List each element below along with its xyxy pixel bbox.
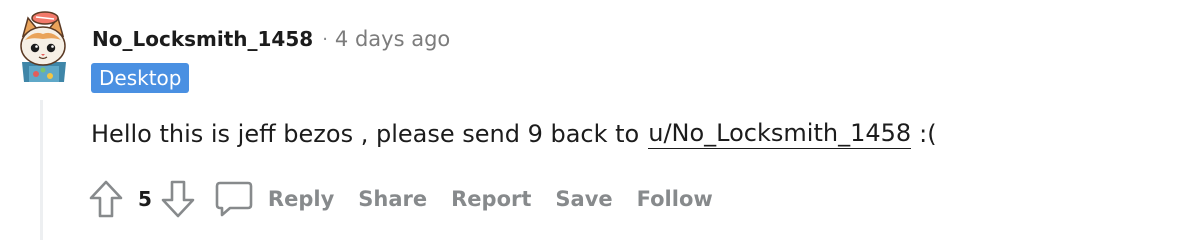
upvote-button[interactable] [86, 178, 126, 220]
comment-body: Hello this is jeff bezos , please send 9… [91, 114, 937, 154]
cat-avatar-icon [20, 11, 66, 82]
reply-label: Reply [267, 187, 335, 211]
meta-separator: · [322, 28, 328, 50]
comment: No_Locksmith_1458 · 4 days ago Desktop H… [0, 0, 1200, 240]
comment-body-text: Hello this is jeff bezos , please send 9… [91, 120, 640, 148]
thread-line[interactable] [40, 100, 43, 240]
user-mention-link[interactable]: u/No_Locksmith_1458 [648, 119, 912, 149]
report-button[interactable]: Report [451, 187, 531, 211]
comment-timestamp[interactable]: 4 days ago [335, 27, 450, 51]
user-avatar[interactable] [14, 10, 72, 84]
arrow-up-icon [89, 180, 123, 218]
downvote-button[interactable] [158, 178, 198, 220]
reply-button[interactable]: Reply [214, 178, 334, 220]
share-button[interactable]: Share [358, 187, 427, 211]
save-button[interactable]: Save [555, 187, 612, 211]
comment-body-suffix: :( [919, 120, 937, 148]
speech-bubble-icon [215, 181, 253, 217]
arrow-down-icon [161, 180, 195, 218]
comment-meta: No_Locksmith_1458 · 4 days ago [92, 24, 450, 54]
comment-action-bar: 5 Reply Share Report Save Follow [86, 178, 713, 220]
user-flair-badge: Desktop [91, 63, 190, 93]
author-username[interactable]: No_Locksmith_1458 [92, 27, 313, 51]
follow-button[interactable]: Follow [637, 187, 713, 211]
vote-score: 5 [138, 187, 152, 211]
